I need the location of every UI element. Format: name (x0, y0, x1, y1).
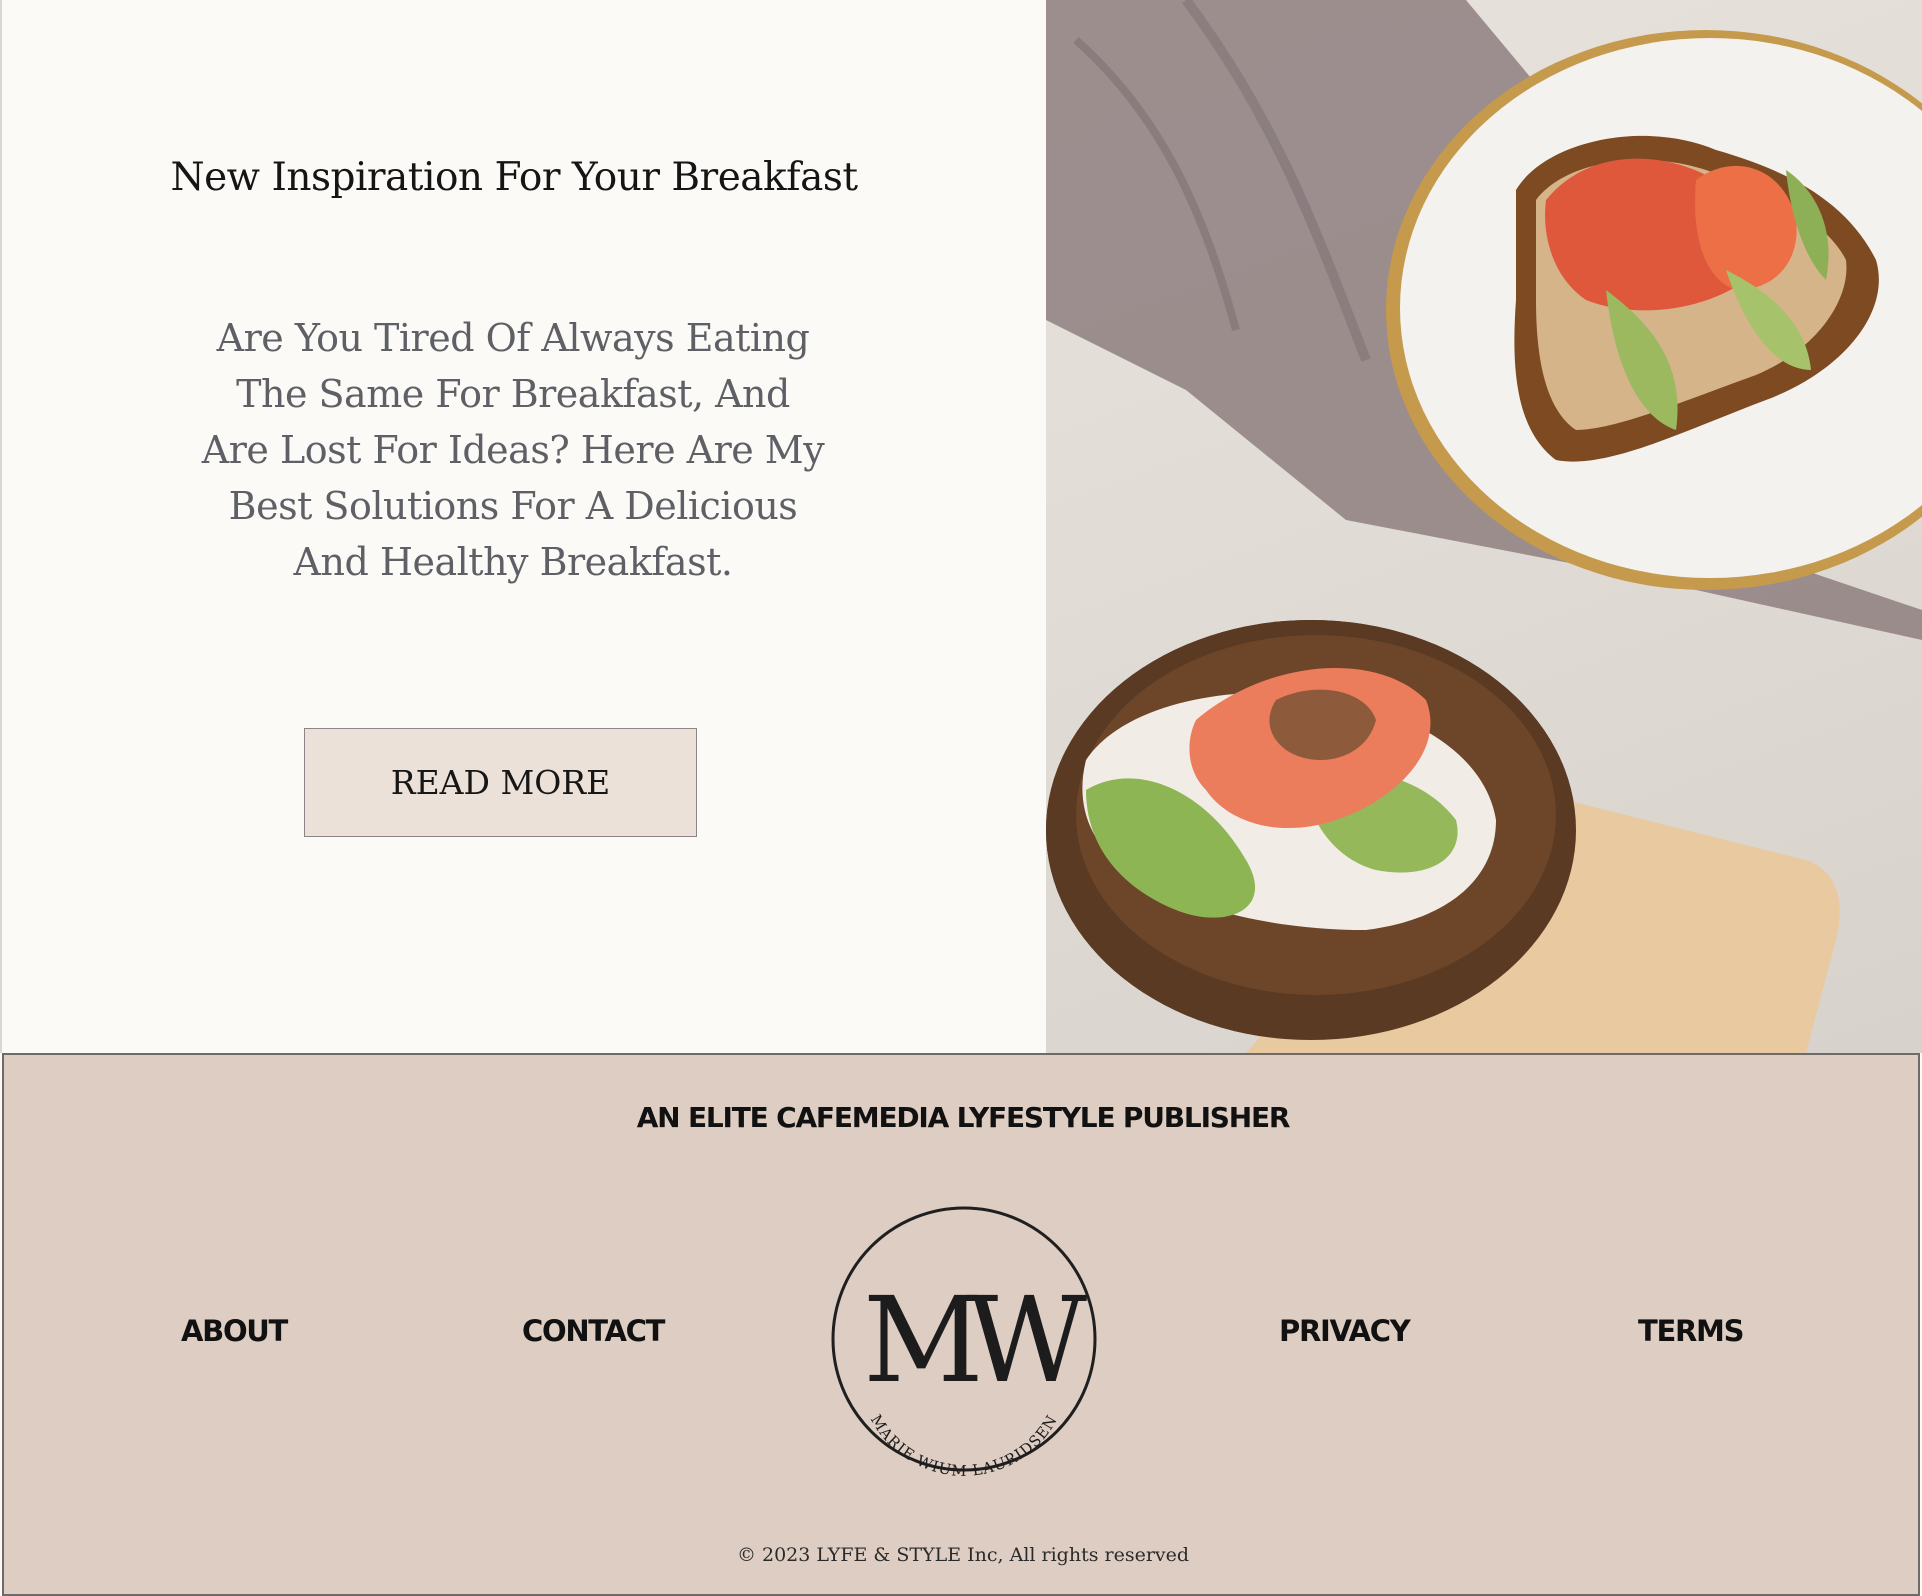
read-more-button[interactable]: READ MORE (304, 728, 697, 837)
breakfast-photo (1046, 0, 1922, 1053)
copyright-text: © 2023 LYFE & STYLE Inc, All rights rese… (736, 1544, 1190, 1566)
mw-logo[interactable]: MW MARIE WIUM LAURIDSEN (829, 1206, 1099, 1476)
hero-section: New Inspiration For Your Breakfast Are Y… (0, 0, 1922, 1053)
footer-link-contact[interactable]: CONTACT (522, 1314, 665, 1348)
footer-link-privacy[interactable]: PRIVACY (1279, 1314, 1411, 1348)
hero-title: New Inspiration For Your Breakfast (170, 155, 858, 200)
logo-monogram: MW (863, 1271, 1087, 1409)
hero-text-panel: New Inspiration For Your Breakfast Are Y… (0, 0, 1046, 1053)
logo-name: MARIE WIUM LAURIDSEN (867, 1411, 1061, 1476)
hero-description: Are You Tired Of Always Eating The Same … (201, 316, 825, 584)
site-footer: AN ELITE CAFEMEDIA LYFESTYLE PUBLISHER A… (2, 1053, 1920, 1596)
footer-link-about[interactable]: ABOUT (181, 1314, 288, 1348)
footer-link-terms[interactable]: TERMS (1638, 1314, 1744, 1348)
footer-tagline: AN ELITE CAFEMEDIA LYFESTYLE PUBLISHER (636, 1101, 1291, 1134)
breakfast-toast-illustration (1046, 0, 1922, 1053)
